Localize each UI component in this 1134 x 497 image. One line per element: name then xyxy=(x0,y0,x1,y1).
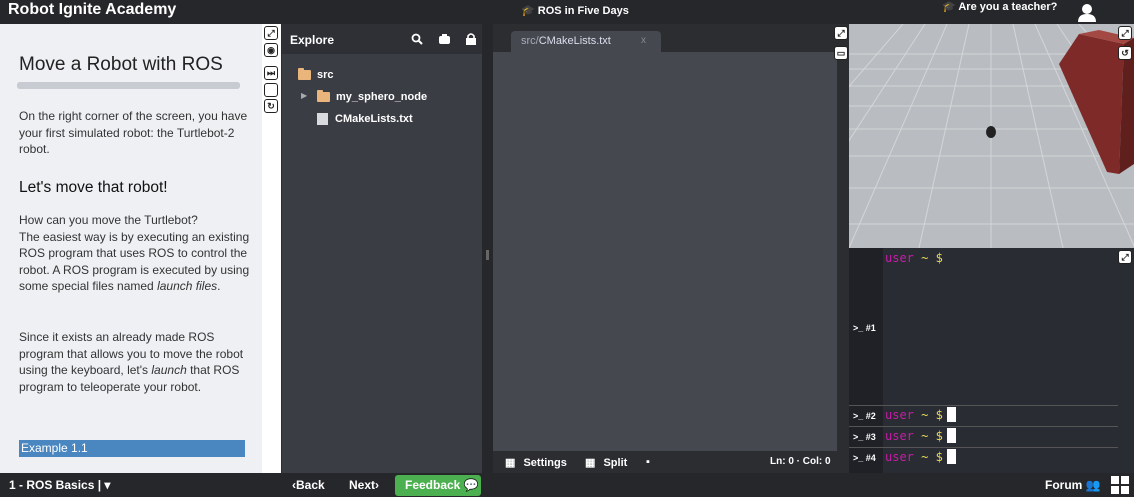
chevron-right-icon: › xyxy=(375,478,380,492)
folder-icon xyxy=(317,90,330,102)
cursor-position: Ln: 0 · Col: 0 xyxy=(770,456,831,467)
feedback-button[interactable]: Feedback 💬 xyxy=(395,475,481,496)
layout-grid-icon[interactable] xyxy=(1110,475,1130,495)
course-title: 🎓 ROS in Five Days xyxy=(521,5,629,17)
settings-button[interactable]: ▦ Settings xyxy=(505,456,567,469)
terminal-tab-2[interactable]: >_ #2 xyxy=(853,411,876,421)
terminal-prompt-3: user ~ $ xyxy=(885,428,956,443)
graduation-cap-icon: 🎓 xyxy=(521,5,535,17)
folder-icon xyxy=(298,68,311,80)
terminal-divider xyxy=(849,426,1118,427)
chat-icon: 💬 xyxy=(463,478,479,492)
terminal-prompt-4: user ~ $ xyxy=(885,449,956,464)
monitor-icon[interactable]: ▭ xyxy=(834,46,848,60)
back-button[interactable]: ‹Back xyxy=(292,478,325,492)
terminal-divider xyxy=(849,447,1118,448)
forum-link[interactable]: Forum 👥 xyxy=(1045,478,1101,492)
fullscreen-icon[interactable]: ⤢ xyxy=(1118,26,1132,40)
notebook-progress-bar xyxy=(17,82,240,89)
split-icon: ▦ xyxy=(585,457,596,469)
graduation-cap-icon: 🎓 xyxy=(942,1,956,13)
top-bar: Robot Ignite Academy 🎓 ROS in Five Days … xyxy=(0,0,1134,24)
editor-tab-bar: src/CMakeLists.txt x xyxy=(493,24,848,52)
notebook-heading: Let's move that robot! xyxy=(19,179,168,196)
hide-icon[interactable]: ◉ xyxy=(264,43,278,57)
fullscreen-icon[interactable]: ⤢ xyxy=(264,26,278,40)
expand-arrow-icon[interactable]: ▶ xyxy=(301,91,307,100)
users-icon: 👥 xyxy=(1085,478,1101,492)
fullscreen-icon[interactable]: ⤢ xyxy=(1118,250,1132,264)
terminal-tab-1[interactable]: >_ #1 xyxy=(853,323,876,333)
grid-icon: ▦ xyxy=(505,457,516,469)
split-button[interactable]: ▦ Split xyxy=(585,456,627,469)
terminal-prompt-1: user ~ $ xyxy=(885,251,943,265)
next-button[interactable]: Next› xyxy=(349,478,379,492)
notebook-paragraph-1: How can you move the Turtlebot? The easi… xyxy=(19,213,250,293)
notebook-title: Move a Robot with ROS xyxy=(19,54,223,75)
lock-icon[interactable] xyxy=(466,33,476,48)
upload-icon[interactable] xyxy=(438,33,451,48)
text-cursor xyxy=(946,428,956,443)
simulation-scene xyxy=(849,24,1134,248)
caret-down-icon: ▾ xyxy=(104,478,111,492)
unit-selector[interactable]: 1 - ROS Basics | ▾ xyxy=(9,478,110,492)
panel-splitter[interactable] xyxy=(482,24,493,473)
tree-folder-my-sphero-node[interactable]: my_sphero_node xyxy=(317,90,427,103)
square-icon[interactable] xyxy=(264,83,278,97)
file-icon xyxy=(317,113,328,125)
teacher-link[interactable]: 🎓 Are you a teacher? xyxy=(942,0,1057,13)
editor-tab[interactable]: src/CMakeLists.txt x xyxy=(511,31,661,52)
notebook-paragraph-2: Since it exists an already made ROS prog… xyxy=(19,330,244,394)
editor-status-bar: ▦ Settings ▦ Split ▪ Ln: 0 · Col: 0 xyxy=(493,451,837,473)
file-explorer: Explore src ▶ my_sphero_node CMakeLists.… xyxy=(282,24,482,473)
terminal-tab-4[interactable]: >_ #4 xyxy=(853,453,876,463)
explorer-title: Explore xyxy=(290,33,335,47)
explorer-header: Explore xyxy=(282,24,482,54)
fullscreen-icon[interactable]: ⤢ xyxy=(834,26,848,40)
terminal-prompt-2: user ~ $ xyxy=(885,407,956,422)
text-cursor xyxy=(946,407,956,422)
terminal-panel[interactable]: >_ #1 >_ #2 >_ #3 >_ #4 user ~ $ user ~ … xyxy=(849,248,1134,473)
close-tab-icon[interactable]: x xyxy=(641,35,646,46)
search-icon[interactable] xyxy=(411,33,423,48)
tree-folder-src[interactable]: src xyxy=(298,68,334,81)
code-editor[interactable]: src/CMakeLists.txt x ▦ Settings ▦ Split … xyxy=(493,24,848,473)
terminal-tab-3[interactable]: >_ #3 xyxy=(853,432,876,442)
refresh-icon[interactable]: ↻ xyxy=(264,99,278,113)
reset-icon[interactable]: ↺ xyxy=(1118,46,1132,60)
tree-file-cmakelists[interactable]: CMakeLists.txt xyxy=(317,113,413,125)
robot-simulation-view[interactable] xyxy=(849,24,1134,248)
terminal-divider xyxy=(849,405,1118,406)
brand-logo[interactable]: Robot Ignite Academy xyxy=(8,1,176,19)
editor-toolbar xyxy=(837,24,848,473)
more-icon[interactable]: ▪ xyxy=(646,456,650,468)
text-cursor xyxy=(946,449,956,464)
bottom-bar: 1 - ROS Basics | ▾ ‹Back Next› Feedback … xyxy=(0,473,1134,497)
skip-icon[interactable]: ⏭ xyxy=(264,66,278,80)
example-banner: Example 1.1 xyxy=(19,440,245,457)
user-icon[interactable] xyxy=(1077,3,1097,22)
notebook-intro: On the right corner of the screen, you h… xyxy=(19,109,248,156)
